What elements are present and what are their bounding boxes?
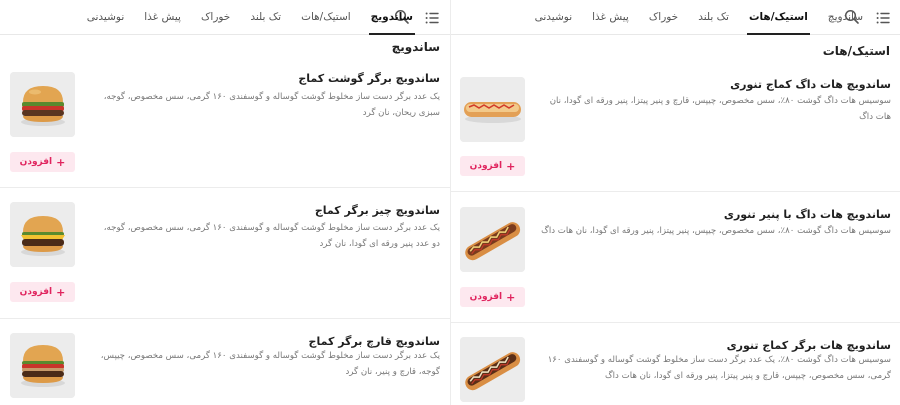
section-title: استیک/هات (822, 44, 890, 58)
tab-tak-boland[interactable]: تک بلند (698, 0, 729, 35)
item-description: سوسیس هات داگ گوشت ۸۰٪، سس مخصوص، چیپس، … (549, 96, 891, 122)
menu-icon[interactable] (876, 9, 890, 24)
tab-steak-hot[interactable]: استیک/هات (746, 0, 810, 35)
tab-sandwich[interactable]: ساندویچ (828, 0, 863, 35)
menu-item: ساندویچ هات برگر کماج تنوری سوسیس هات دا… (451, 323, 900, 405)
hot-burger-image[interactable] (460, 337, 525, 402)
plus-icon: + (506, 159, 516, 173)
item-name: ساندویچ چیز برگر کماج (314, 204, 440, 217)
category-nav-bar: ساندویچ استیک/هات تک بلند خوراک پیش غذا … (0, 0, 450, 35)
item-description: یک عدد برگر دست ساز مخلوط گوشت گوساله و … (103, 223, 440, 249)
item-name: ساندویچ قارچ برگر کماج (308, 335, 440, 348)
tab-appetizer[interactable]: پیش غذا (592, 0, 629, 35)
mushroom-burger-image[interactable] (10, 333, 75, 398)
tab-steak-hot[interactable]: استیک/هات (301, 0, 351, 35)
category-tabs: ساندویچ استیک/هات تک بلند خوراک پیش غذا … (67, 0, 416, 35)
plus-icon: + (56, 285, 66, 299)
menu-icon[interactable] (425, 9, 439, 24)
item-name: ساندویچ برگر گوشت کماج (298, 72, 440, 85)
hotdog-image[interactable] (460, 77, 525, 142)
tab-drinks[interactable]: نوشیدنی (87, 0, 125, 35)
item-name: ساندویچ هات برگر کماج تنوری (726, 339, 891, 352)
tab-drinks[interactable]: نوشیدنی (535, 0, 573, 35)
add-button[interactable]: + افزودن (10, 152, 75, 172)
tab-khorak[interactable]: خوراک (201, 0, 230, 35)
add-button-label: افزودن (469, 292, 503, 302)
hotdog-cheese-image[interactable] (460, 207, 525, 272)
menu-panel-steak-hot: ساندویچ استیک/هات تک بلند خوراک پیش غذا … (450, 0, 900, 405)
add-button[interactable]: + افزودن (460, 156, 525, 176)
cheeseburger-image[interactable] (10, 202, 75, 267)
category-nav-bar: ساندویچ استیک/هات تک بلند خوراک پیش غذا … (451, 0, 900, 35)
section-title: ساندویچ (391, 40, 440, 54)
add-button-label: افزودن (19, 287, 53, 297)
menu-item: ساندویچ هات داگ کماج تنوری سوسیس هات داگ… (451, 62, 900, 192)
item-name: ساندویچ هات داگ با پنیر تنوری (723, 208, 891, 221)
category-tabs: ساندویچ استیک/هات تک بلند خوراک پیش غذا … (515, 0, 863, 35)
menu-item: ساندویچ چیز برگر کماج یک عدد برگر دست سا… (0, 188, 450, 319)
menu-item: ساندویچ برگر گوشت کماج یک عدد برگر دست س… (0, 58, 450, 188)
item-description: یک عدد برگر دست ساز مخلوط گوشت گوساله و … (100, 351, 440, 377)
item-name: ساندویچ هات داگ کماج تنوری (730, 78, 891, 91)
menu-item: ساندویچ قارچ برگر کماج یک عدد برگر دست س… (0, 319, 450, 405)
tab-appetizer[interactable]: پیش غذا (144, 0, 181, 35)
item-description: یک عدد برگر دست ساز مخلوط گوشت گوساله و … (103, 92, 440, 118)
menu-item: ساندویچ هات داگ با پنیر تنوری سوسیس هات … (451, 192, 900, 323)
tab-sandwich[interactable]: ساندویچ (368, 0, 416, 35)
item-description: سوسیس هات داگ گوشت ۸۰٪، سس مخصوص، چیپس، … (541, 226, 891, 236)
add-button[interactable]: + افزودن (460, 287, 525, 307)
item-description: سوسیس هات داگ گوشت ۸۰٪، یک عدد برگر دست … (547, 355, 891, 381)
add-button-label: افزودن (469, 161, 503, 171)
plus-icon: + (506, 290, 516, 304)
add-button[interactable]: + افزودن (10, 282, 75, 302)
tab-khorak[interactable]: خوراک (649, 0, 678, 35)
menu-panel-sandwich: ساندویچ استیک/هات تک بلند خوراک پیش غذا … (0, 0, 450, 405)
burger-image[interactable] (10, 72, 75, 137)
plus-icon: + (56, 155, 66, 169)
add-button-label: افزودن (19, 157, 53, 167)
tab-tak-boland[interactable]: تک بلند (250, 0, 281, 35)
